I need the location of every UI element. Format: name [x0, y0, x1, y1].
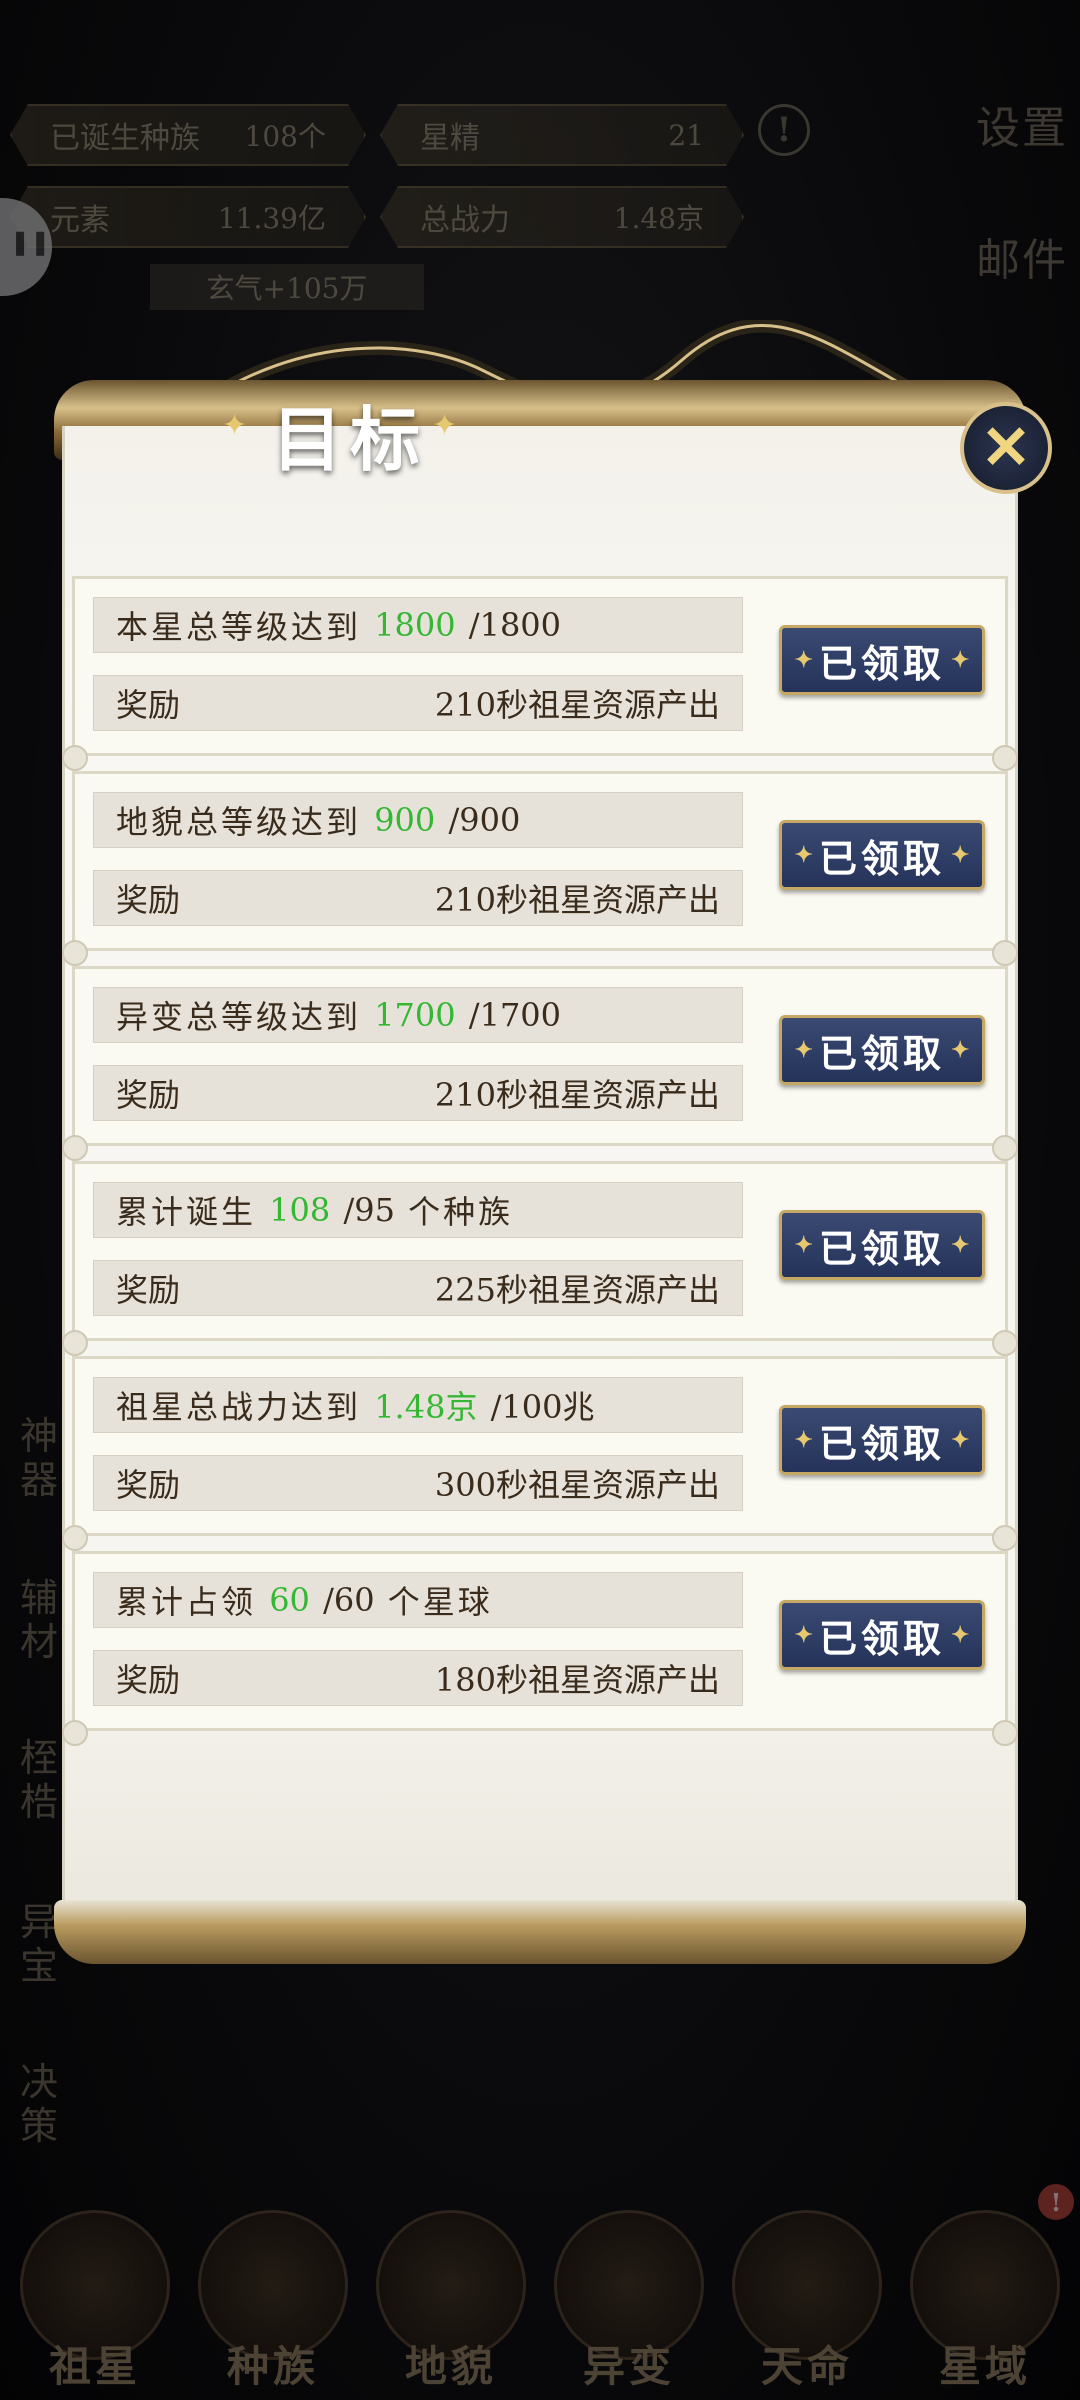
ornament-right-icon: ✦	[951, 842, 970, 868]
goal-target: /1700	[468, 996, 562, 1034]
goal-requirement: 本星总等级达到 1800 /1800	[93, 597, 743, 653]
ornament-left-icon: ✦	[794, 1232, 813, 1258]
goal-current: 1800	[374, 606, 456, 644]
reward-text: 180秒祖星资源产出	[434, 1661, 720, 1699]
goal-text: 异变总等级达到	[116, 998, 362, 1036]
ornament-left-icon: ✦	[794, 647, 813, 673]
scroll-bottom-roller	[54, 1900, 1026, 1964]
goal-card: 地貌总等级达到 900 /900 奖励 210秒祖星资源产出 ✦ 已领取 ✦	[62, 771, 1018, 966]
star-ornament-icon: ✦	[432, 408, 458, 443]
reward-text: 300秒祖星资源产出	[434, 1466, 720, 1504]
goal-reward: 奖励 180秒祖星资源产出	[93, 1650, 743, 1706]
reward-label: 奖励	[116, 881, 181, 919]
goal-requirement: 异变总等级达到 1700 /1700	[93, 987, 743, 1043]
reward-text: 210秒祖星资源产出	[434, 686, 720, 724]
claimed-label: 已领取	[818, 1225, 945, 1271]
goal-current: 900	[374, 801, 436, 839]
star-ornament-icon: ✦	[222, 408, 248, 443]
goal-card: 祖星总战力达到 1.48京 /100兆 奖励 300秒祖星资源产出 ✦ 已领取 ✦	[62, 1356, 1018, 1551]
reward-label: 奖励	[116, 1271, 181, 1309]
goal-target: /60	[323, 1581, 375, 1619]
goal-current: 1.48京	[374, 1388, 478, 1426]
claimed-button[interactable]: ✦ 已领取 ✦	[779, 1600, 985, 1670]
goal-reward: 奖励 225秒祖星资源产出	[93, 1260, 743, 1316]
reward-text: 210秒祖星资源产出	[434, 1076, 720, 1114]
goals-modal: ✦ 目标 ✦ ✕ 本星总等级达到 1800 /1800 奖励 210秒祖星资源产…	[54, 320, 1052, 2020]
ornament-right-icon: ✦	[951, 1037, 970, 1063]
goal-requirement: 累计占领 60 /60 个星球	[93, 1572, 743, 1628]
ornament-left-icon: ✦	[794, 1622, 813, 1648]
claimed-button[interactable]: ✦ 已领取 ✦	[779, 820, 985, 890]
goal-current: 108	[269, 1191, 331, 1229]
goal-requirement: 累计诞生 108 /95 个种族	[93, 1182, 743, 1238]
goal-reward: 奖励 210秒祖星资源产出	[93, 870, 743, 926]
goal-requirement: 地貌总等级达到 900 /900	[93, 792, 743, 848]
goal-current: 1700	[374, 996, 456, 1034]
ornament-right-icon: ✦	[951, 1232, 970, 1258]
goal-requirement: 祖星总战力达到 1.48京 /100兆	[93, 1377, 743, 1433]
goal-text: 祖星总战力达到	[116, 1388, 362, 1426]
goal-card: 累计诞生 108 /95 个种族 奖励 225秒祖星资源产出 ✦ 已领取 ✦	[62, 1161, 1018, 1356]
ornament-left-icon: ✦	[794, 842, 813, 868]
goal-suffix: 个种族	[408, 1193, 514, 1231]
claimed-button[interactable]: ✦ 已领取 ✦	[779, 1015, 985, 1085]
goal-target: /1800	[468, 606, 562, 644]
claimed-label: 已领取	[818, 835, 945, 881]
modal-title: 目标	[272, 398, 428, 481]
claimed-label: 已领取	[818, 1420, 945, 1466]
goal-text: 地貌总等级达到	[116, 803, 362, 841]
reward-text: 225秒祖星资源产出	[434, 1271, 720, 1309]
goal-text: 本星总等级达到	[116, 608, 362, 646]
claimed-label: 已领取	[818, 1615, 945, 1661]
claimed-button[interactable]: ✦ 已领取 ✦	[779, 1405, 985, 1475]
goal-card: 本星总等级达到 1800 /1800 奖励 210秒祖星资源产出 ✦ 已领取 ✦	[62, 576, 1018, 771]
goal-text: 累计诞生	[116, 1193, 257, 1231]
ornament-right-icon: ✦	[951, 1427, 970, 1453]
reward-label: 奖励	[116, 1466, 181, 1504]
goal-target: /100兆	[490, 1388, 595, 1426]
ornament-right-icon: ✦	[951, 647, 970, 673]
ornament-right-icon: ✦	[951, 1622, 970, 1648]
reward-text: 210秒祖星资源产出	[434, 881, 720, 919]
goal-target: /900	[448, 801, 521, 839]
goal-list: 本星总等级达到 1800 /1800 奖励 210秒祖星资源产出 ✦ 已领取 ✦ 地…	[62, 576, 1018, 1746]
reward-label: 奖励	[116, 1661, 181, 1699]
goal-reward: 奖励 300秒祖星资源产出	[93, 1455, 743, 1511]
ornament-left-icon: ✦	[794, 1037, 813, 1063]
goal-suffix: 个星球	[387, 1583, 493, 1621]
goal-card: 累计占领 60 /60 个星球 奖励 180秒祖星资源产出 ✦ 已领取 ✦	[62, 1551, 1018, 1746]
goal-text: 累计占领	[116, 1583, 257, 1621]
goal-reward: 奖励 210秒祖星资源产出	[93, 1065, 743, 1121]
claimed-button[interactable]: ✦ 已领取 ✦	[779, 1210, 985, 1280]
ornament-left-icon: ✦	[794, 1427, 813, 1453]
goal-reward: 奖励 210秒祖星资源产出	[93, 675, 743, 731]
close-icon[interactable]: ✕	[960, 402, 1052, 494]
claimed-button[interactable]: ✦ 已领取 ✦	[779, 625, 985, 695]
claimed-label: 已领取	[818, 1030, 945, 1076]
reward-label: 奖励	[116, 1076, 181, 1114]
reward-label: 奖励	[116, 686, 181, 724]
claimed-label: 已领取	[818, 640, 945, 686]
goal-current: 60	[269, 1581, 310, 1619]
goal-target: /95	[343, 1191, 395, 1229]
goal-card: 异变总等级达到 1700 /1700 奖励 210秒祖星资源产出 ✦ 已领取 ✦	[62, 966, 1018, 1161]
